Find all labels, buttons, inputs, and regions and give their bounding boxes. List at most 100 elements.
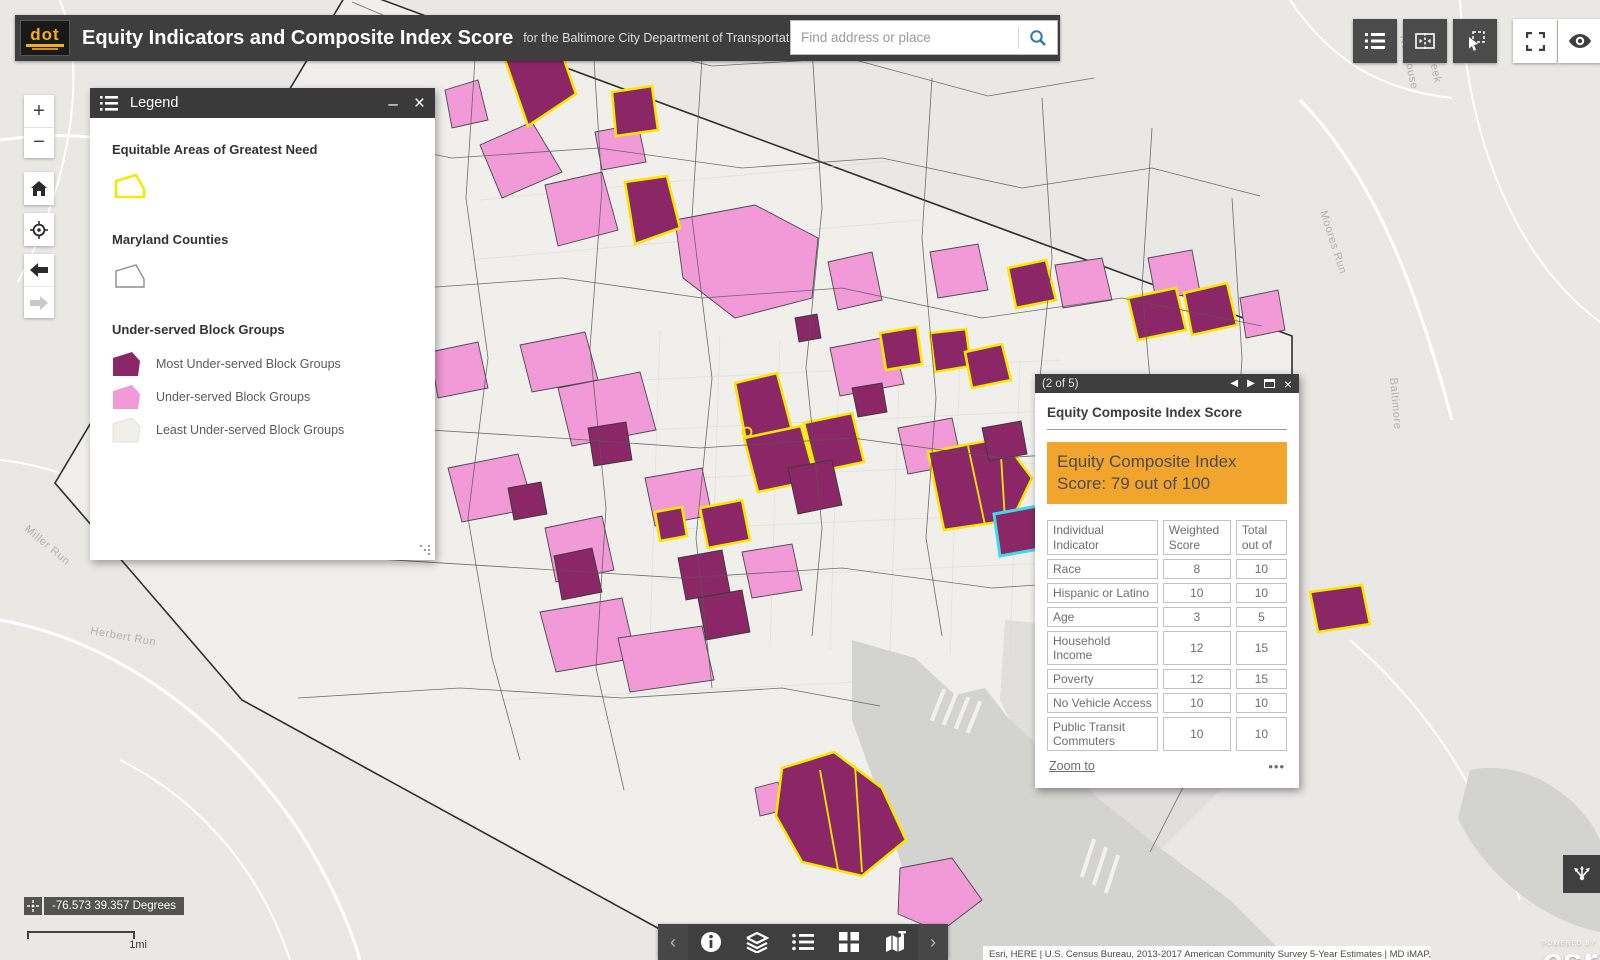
coordinate-crosshair-button[interactable] bbox=[24, 897, 42, 915]
legend-panel: Legend – × Equitable Areas of Greatest N… bbox=[90, 88, 435, 560]
scale-label: 1mi bbox=[129, 939, 147, 951]
widget-toolbar: ‹ › bbox=[658, 924, 948, 960]
legend-section-heading: Equitable Areas of Greatest Need bbox=[112, 142, 318, 157]
info-widget-button[interactable] bbox=[688, 924, 734, 960]
page-subtitle: for the Baltimore City Department of Tra… bbox=[523, 31, 806, 45]
forward-arrow-icon bbox=[30, 295, 48, 310]
search-input[interactable] bbox=[791, 30, 1018, 45]
legend-list-icon bbox=[1365, 33, 1385, 49]
popup-footer: Zoom to ••• bbox=[1047, 755, 1287, 780]
legend-item: Most Under-served Block Groups bbox=[112, 351, 435, 377]
close-icon[interactable]: × bbox=[1284, 377, 1292, 391]
column-header: Total out of bbox=[1235, 520, 1287, 555]
logo-bar bbox=[32, 47, 58, 50]
legend-section-heading: Under-served Block Groups bbox=[112, 322, 285, 337]
legend-item: Under-served Block Groups bbox=[112, 384, 435, 410]
basemap-icon bbox=[886, 931, 906, 952]
share-icon bbox=[1573, 865, 1590, 881]
zoom-control: + − bbox=[24, 95, 54, 158]
basemap-widget-button[interactable] bbox=[872, 924, 918, 960]
more-options-icon[interactable]: ••• bbox=[1268, 759, 1285, 774]
legend-titlebar[interactable]: Legend – × bbox=[90, 88, 435, 118]
maximize-icon[interactable] bbox=[1263, 379, 1275, 388]
map-attribution: Esri, HERE | U.S. Census Bureau, 2013-20… bbox=[983, 946, 1431, 960]
table-row: Race 8 10 bbox=[1047, 558, 1287, 579]
column-header: Individual Indicator bbox=[1047, 520, 1158, 555]
table-row: Hispanic or Latino 10 10 bbox=[1047, 582, 1287, 603]
extent-history-control bbox=[24, 254, 54, 318]
legend-widget-button[interactable] bbox=[780, 924, 826, 960]
search-box bbox=[790, 20, 1058, 55]
least-underserved-swatch bbox=[112, 417, 141, 443]
fullscreen-icon bbox=[1525, 31, 1545, 51]
table-row: No Vehicle Access 10 10 bbox=[1047, 692, 1287, 713]
legend-item-label: Least Under-served Block Groups bbox=[156, 423, 345, 437]
info-icon bbox=[701, 932, 721, 952]
layers-widget-button[interactable] bbox=[734, 924, 780, 960]
home-icon bbox=[31, 181, 47, 196]
underserved-swatch bbox=[113, 385, 140, 409]
table-row: Household Income 12 15 bbox=[1047, 630, 1287, 665]
swipe-widget-button[interactable] bbox=[1403, 19, 1447, 63]
grid-icon bbox=[839, 932, 859, 952]
feature-popup: (2 of 5) ◀ ▶ × Equity Composite Index Sc… bbox=[1035, 374, 1299, 788]
locate-button[interactable] bbox=[24, 213, 54, 246]
close-icon[interactable]: × bbox=[414, 94, 425, 113]
layers-icon bbox=[746, 931, 769, 953]
legend-list-icon bbox=[100, 95, 118, 111]
table-row: Poverty 12 15 bbox=[1047, 668, 1287, 689]
fullscreen-button[interactable] bbox=[1513, 19, 1557, 63]
legend-title: Legend bbox=[130, 95, 179, 111]
legend-widget-button[interactable] bbox=[1353, 19, 1397, 63]
dot-logo: dot bbox=[20, 20, 70, 56]
legend-list-icon bbox=[792, 933, 814, 951]
legend-body: Equitable Areas of Greatest Need Marylan… bbox=[90, 118, 435, 443]
share-button[interactable] bbox=[1563, 855, 1600, 893]
legend-section-heading: Maryland Counties bbox=[112, 232, 229, 247]
legend-item-label: Under-served Block Groups bbox=[156, 390, 311, 404]
back-arrow-icon bbox=[30, 263, 48, 277]
logo-bar bbox=[26, 43, 64, 47]
apps-widget-button[interactable] bbox=[826, 924, 872, 960]
logo-text: dot bbox=[30, 24, 60, 44]
zoom-in-button[interactable]: + bbox=[24, 95, 54, 127]
popup-body: Equity Composite Index Score Equity Comp… bbox=[1035, 393, 1299, 788]
search-icon bbox=[1030, 29, 1046, 46]
previous-feature-button[interactable]: ◀ bbox=[1230, 378, 1238, 389]
coordinates-readout: -76.573 39.357 Degrees bbox=[44, 897, 185, 915]
resize-handle[interactable] bbox=[420, 545, 430, 555]
popup-header[interactable]: (2 of 5) ◀ ▶ × bbox=[1035, 374, 1299, 393]
next-feature-button[interactable]: ▶ bbox=[1247, 378, 1255, 389]
search-button[interactable] bbox=[1019, 21, 1057, 54]
previous-extent-button[interactable] bbox=[24, 254, 54, 286]
map-nav-controls: + − bbox=[24, 95, 54, 318]
next-extent-button[interactable] bbox=[24, 286, 54, 318]
visibility-button[interactable] bbox=[1558, 19, 1600, 63]
toolbar-next-button[interactable]: › bbox=[918, 924, 948, 960]
app-header: dot Equity Indicators and Composite Inde… bbox=[15, 15, 1060, 61]
zoom-out-button[interactable]: − bbox=[24, 126, 54, 158]
greatest-need-swatch bbox=[112, 171, 435, 206]
zoom-to-link[interactable]: Zoom to bbox=[1049, 759, 1095, 773]
esri-logo: POWERED BY esri bbox=[1541, 940, 1600, 960]
most-underserved-swatch bbox=[113, 352, 140, 376]
page-title: Equity Indicators and Composite Index Sc… bbox=[82, 26, 514, 49]
select-pointer-icon bbox=[1469, 31, 1485, 51]
select-widget-button[interactable] bbox=[1453, 19, 1497, 63]
toolbar-prev-button[interactable]: ‹ bbox=[658, 924, 688, 960]
column-header: Weighted Score bbox=[1162, 520, 1231, 555]
table-row: Age 3 5 bbox=[1047, 606, 1287, 627]
minimize-button[interactable]: – bbox=[388, 95, 397, 112]
legend-item-label: Most Under-served Block Groups bbox=[156, 357, 341, 371]
coordinate-widget: -76.573 39.357 Degrees bbox=[24, 897, 185, 915]
table-row: Public Transit Commuters 10 10 bbox=[1047, 716, 1287, 751]
score-banner: Equity Composite Index Score: 79 out of … bbox=[1047, 442, 1287, 505]
eye-icon bbox=[1569, 34, 1591, 48]
crosshair-icon bbox=[27, 900, 39, 912]
maryland-counties-swatch bbox=[112, 261, 435, 296]
locate-icon bbox=[30, 220, 48, 239]
scale-bar: 1mi bbox=[27, 931, 147, 951]
home-button[interactable] bbox=[24, 172, 54, 205]
legend-item: Least Under-served Block Groups bbox=[112, 417, 435, 443]
swipe-icon bbox=[1415, 33, 1435, 49]
